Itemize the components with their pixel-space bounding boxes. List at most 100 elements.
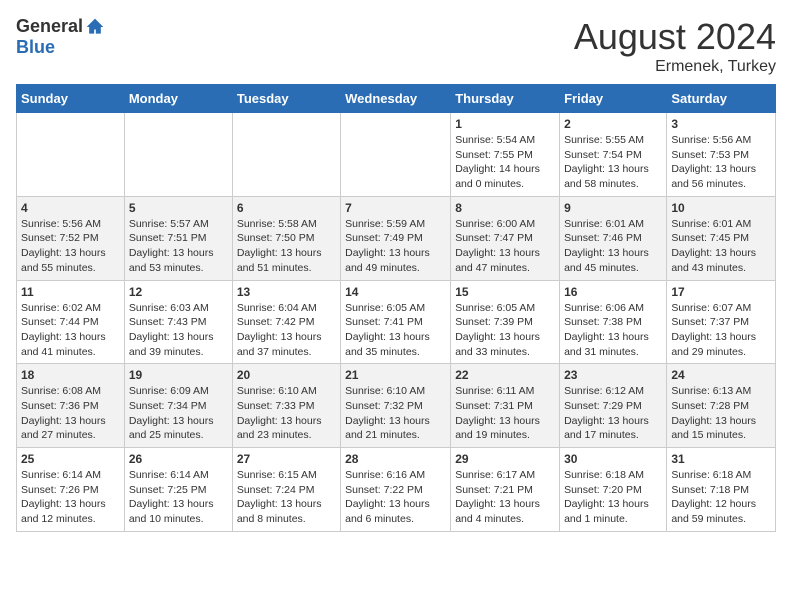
day-info: Sunrise: 5:57 AM Sunset: 7:51 PM Dayligh…	[129, 218, 214, 274]
day-info: Sunrise: 6:04 AM Sunset: 7:42 PM Dayligh…	[237, 302, 322, 358]
calendar-week-5: 25 Sunrise: 6:14 AM Sunset: 7:26 PM Dayli…	[17, 448, 776, 532]
table-row: 29 Sunrise: 6:17 AM Sunset: 7:21 PM Dayli…	[451, 448, 560, 532]
day-info: Sunrise: 6:10 AM Sunset: 7:33 PM Dayligh…	[237, 385, 322, 441]
day-info: Sunrise: 6:13 AM Sunset: 7:28 PM Dayligh…	[671, 385, 756, 441]
day-info: Sunrise: 6:00 AM Sunset: 7:47 PM Dayligh…	[455, 218, 540, 274]
day-number: 7	[345, 201, 446, 215]
day-number: 23	[564, 368, 662, 382]
table-row: 28 Sunrise: 6:16 AM Sunset: 7:22 PM Dayli…	[341, 448, 451, 532]
location-subtitle: Ermenek, Turkey	[574, 58, 776, 76]
day-number: 1	[455, 117, 555, 131]
day-info: Sunrise: 6:07 AM Sunset: 7:37 PM Dayligh…	[671, 302, 756, 358]
day-number: 12	[129, 285, 228, 299]
table-row: 7Sunrise: 5:59 AM Sunset: 7:49 PM Daylig…	[341, 196, 451, 280]
day-number: 10	[671, 201, 771, 215]
day-number: 9	[564, 201, 662, 215]
table-row: 1Sunrise: 5:54 AM Sunset: 7:55 PM Daylig…	[451, 113, 560, 197]
day-number: 14	[345, 285, 446, 299]
day-number: 18	[21, 368, 120, 382]
table-row: 23 Sunrise: 6:12 AM Sunset: 7:29 PM Dayli…	[560, 364, 667, 448]
day-info: Sunrise: 6:14 AM Sunset: 7:25 PM Dayligh…	[129, 469, 214, 525]
table-row: 18 Sunrise: 6:08 AM Sunset: 7:36 PM Dayli…	[17, 364, 125, 448]
day-number: 25	[21, 452, 120, 466]
header-tuesday: Tuesday	[232, 85, 340, 113]
table-row: 30 Sunrise: 6:18 AM Sunset: 7:20 PM Dayli…	[560, 448, 667, 532]
table-row: 20 Sunrise: 6:10 AM Sunset: 7:33 PM Dayli…	[232, 364, 340, 448]
table-row	[232, 113, 340, 197]
table-row: 13 Sunrise: 6:04 AM Sunset: 7:42 PM Dayli…	[232, 280, 340, 364]
day-number: 30	[564, 452, 662, 466]
day-number: 17	[671, 285, 771, 299]
table-row: 2Sunrise: 5:55 AM Sunset: 7:54 PM Daylig…	[560, 113, 667, 197]
day-number: 26	[129, 452, 228, 466]
table-row: 22Sunrise: 6:11 AM Sunset: 7:31 PM Dayli…	[451, 364, 560, 448]
day-info: Sunrise: 6:18 AM Sunset: 7:20 PM Dayligh…	[564, 469, 649, 525]
day-info: Sunrise: 6:14 AM Sunset: 7:26 PM Dayligh…	[21, 469, 106, 525]
day-info: Sunrise: 5:56 AM Sunset: 7:52 PM Dayligh…	[21, 218, 106, 274]
day-info: Sunrise: 5:58 AM Sunset: 7:50 PM Dayligh…	[237, 218, 322, 274]
day-info: Sunrise: 5:56 AM Sunset: 7:53 PM Dayligh…	[671, 134, 756, 190]
day-number: 20	[237, 368, 336, 382]
day-number: 6	[237, 201, 336, 215]
month-year-title: August 2024	[574, 16, 776, 58]
day-info: Sunrise: 6:01 AM Sunset: 7:45 PM Dayligh…	[671, 218, 756, 274]
logo: General Blue	[16, 16, 105, 58]
calendar-week-1: 1Sunrise: 5:54 AM Sunset: 7:55 PM Daylig…	[17, 113, 776, 197]
day-info: Sunrise: 6:01 AM Sunset: 7:46 PM Dayligh…	[564, 218, 649, 274]
day-info: Sunrise: 6:18 AM Sunset: 7:18 PM Dayligh…	[671, 469, 756, 525]
page-header: General Blue August 2024 Ermenek, Turkey	[16, 16, 776, 76]
day-number: 19	[129, 368, 228, 382]
calendar-table: Sunday Monday Tuesday Wednesday Thursday…	[16, 84, 776, 532]
day-number: 29	[455, 452, 555, 466]
day-info: Sunrise: 6:05 AM Sunset: 7:39 PM Dayligh…	[455, 302, 540, 358]
table-row: 14Sunrise: 6:05 AM Sunset: 7:41 PM Dayli…	[341, 280, 451, 364]
table-row	[124, 113, 232, 197]
day-number: 27	[237, 452, 336, 466]
day-info: Sunrise: 6:06 AM Sunset: 7:38 PM Dayligh…	[564, 302, 649, 358]
day-info: Sunrise: 6:08 AM Sunset: 7:36 PM Dayligh…	[21, 385, 106, 441]
day-info: Sunrise: 6:12 AM Sunset: 7:29 PM Dayligh…	[564, 385, 649, 441]
header-friday: Friday	[560, 85, 667, 113]
table-row	[17, 113, 125, 197]
title-section: August 2024 Ermenek, Turkey	[574, 16, 776, 76]
day-number: 8	[455, 201, 555, 215]
header-thursday: Thursday	[451, 85, 560, 113]
table-row: 24 Sunrise: 6:13 AM Sunset: 7:28 PM Dayli…	[667, 364, 776, 448]
table-row: 9 Sunrise: 6:01 AM Sunset: 7:46 PM Daylig…	[560, 196, 667, 280]
day-number: 2	[564, 117, 662, 131]
day-number: 22	[455, 368, 555, 382]
table-row: 21Sunrise: 6:10 AM Sunset: 7:32 PM Dayli…	[341, 364, 451, 448]
table-row: 5 Sunrise: 5:57 AM Sunset: 7:51 PM Daylig…	[124, 196, 232, 280]
day-info: Sunrise: 6:02 AM Sunset: 7:44 PM Dayligh…	[21, 302, 106, 358]
day-number: 31	[671, 452, 771, 466]
table-row: 31 Sunrise: 6:18 AM Sunset: 7:18 PM Dayli…	[667, 448, 776, 532]
header-sunday: Sunday	[17, 85, 125, 113]
day-info: Sunrise: 6:03 AM Sunset: 7:43 PM Dayligh…	[129, 302, 214, 358]
logo-blue-text: Blue	[16, 37, 55, 58]
day-info: Sunrise: 6:15 AM Sunset: 7:24 PM Dayligh…	[237, 469, 322, 525]
day-number: 13	[237, 285, 336, 299]
header-monday: Monday	[124, 85, 232, 113]
table-row: 11Sunrise: 6:02 AM Sunset: 7:44 PM Dayli…	[17, 280, 125, 364]
table-row: 26 Sunrise: 6:14 AM Sunset: 7:25 PM Dayli…	[124, 448, 232, 532]
day-number: 15	[455, 285, 555, 299]
day-number: 24	[671, 368, 771, 382]
table-row: 3 Sunrise: 5:56 AM Sunset: 7:53 PM Daylig…	[667, 113, 776, 197]
day-info: Sunrise: 6:16 AM Sunset: 7:22 PM Dayligh…	[345, 469, 430, 525]
table-row: 4 Sunrise: 5:56 AM Sunset: 7:52 PM Daylig…	[17, 196, 125, 280]
logo-icon	[85, 17, 105, 37]
header-saturday: Saturday	[667, 85, 776, 113]
day-number: 4	[21, 201, 120, 215]
day-info: Sunrise: 6:17 AM Sunset: 7:21 PM Dayligh…	[455, 469, 540, 525]
calendar-week-4: 18 Sunrise: 6:08 AM Sunset: 7:36 PM Dayli…	[17, 364, 776, 448]
table-row: 15 Sunrise: 6:05 AM Sunset: 7:39 PM Dayli…	[451, 280, 560, 364]
header-wednesday: Wednesday	[341, 85, 451, 113]
day-number: 3	[671, 117, 771, 131]
table-row: 25 Sunrise: 6:14 AM Sunset: 7:26 PM Dayli…	[17, 448, 125, 532]
day-number: 16	[564, 285, 662, 299]
table-row	[341, 113, 451, 197]
table-row: 27 Sunrise: 6:15 AM Sunset: 7:24 PM Dayli…	[232, 448, 340, 532]
day-number: 5	[129, 201, 228, 215]
table-row: 6 Sunrise: 5:58 AM Sunset: 7:50 PM Daylig…	[232, 196, 340, 280]
day-number: 28	[345, 452, 446, 466]
